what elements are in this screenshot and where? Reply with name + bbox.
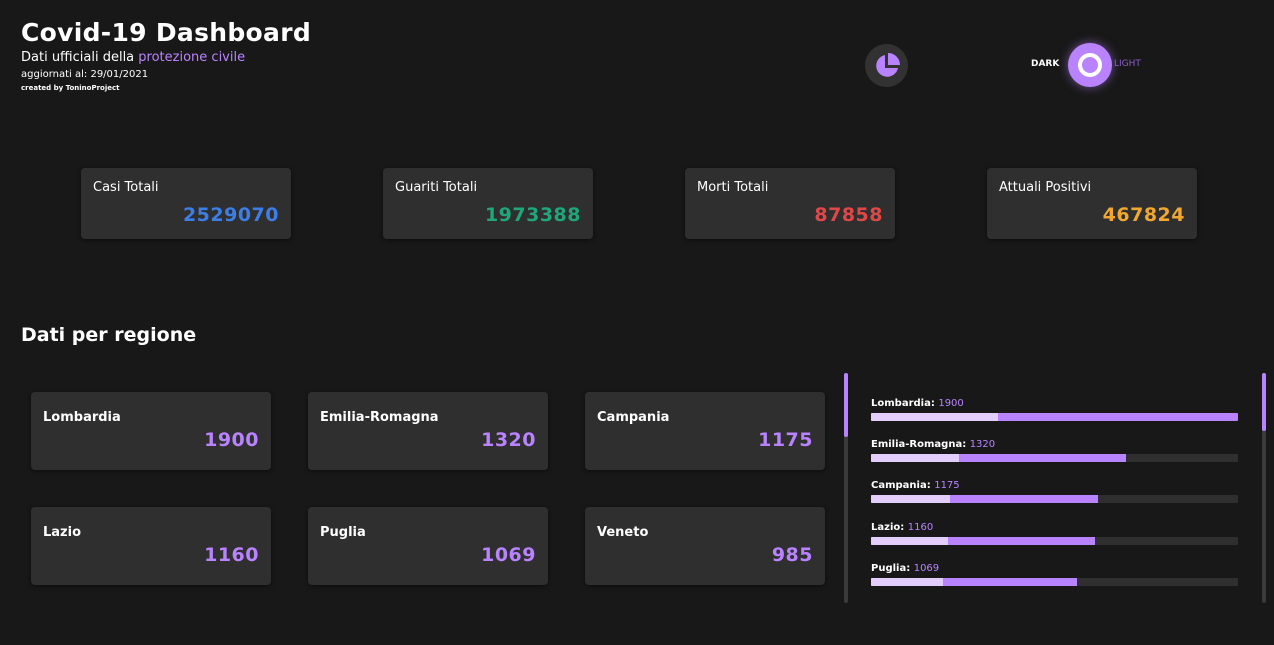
theme-light-label: LIGHT bbox=[1114, 59, 1141, 69]
region-name: Puglia bbox=[320, 525, 366, 540]
bar-track bbox=[871, 495, 1238, 503]
region-value: 1175 bbox=[758, 429, 813, 451]
theme-switch[interactable]: DARK LIGHT bbox=[1028, 42, 1158, 88]
stat-card-attuali-positivi: Attuali Positivi 467824 bbox=[987, 168, 1197, 239]
bar-region-name: Campania: bbox=[871, 480, 931, 491]
region-value: 1900 bbox=[204, 429, 259, 451]
stat-value: 2529070 bbox=[182, 204, 279, 226]
stat-card-morti-totali: Morti Totali 87858 bbox=[685, 168, 895, 239]
bar-region-name: Emilia-Romagna: bbox=[871, 439, 967, 450]
credits: created by ToninoProject bbox=[21, 84, 120, 92]
region-card-emilia-romagna[interactable]: Emilia-Romagna 1320 bbox=[308, 392, 548, 470]
last-updated: aggiornati al: 29/01/2021 bbox=[21, 69, 149, 80]
stat-card-guariti-totali: Guariti Totali 1973388 bbox=[383, 168, 593, 239]
region-card-campania[interactable]: Campania 1175 bbox=[585, 392, 825, 470]
region-name: Lombardia bbox=[43, 410, 121, 425]
bar-region-value: 1320 bbox=[969, 439, 996, 450]
bar-highlight bbox=[871, 537, 949, 545]
bar-region-value: 1175 bbox=[934, 480, 960, 491]
region-name: Veneto bbox=[597, 525, 649, 540]
bar-row-puglia: Puglia: 1069 bbox=[871, 563, 1238, 586]
region-name: Emilia-Romagna bbox=[320, 410, 439, 425]
region-card-lombardia[interactable]: Lombardia 1900 bbox=[31, 392, 271, 470]
region-name: Campania bbox=[597, 410, 670, 425]
stat-card-casi-totali: Casi Totali 2529070 bbox=[81, 168, 291, 239]
bar-track bbox=[871, 454, 1238, 462]
bar-highlight bbox=[871, 495, 950, 503]
bar-track bbox=[871, 578, 1238, 586]
stat-label: Guariti Totali bbox=[395, 180, 478, 195]
stat-value: 87858 bbox=[814, 204, 883, 226]
subtitle: Dati ufficiali della protezione civile bbox=[21, 50, 245, 65]
bar-highlight bbox=[871, 454, 960, 462]
stat-value: 467824 bbox=[1102, 204, 1185, 226]
bar-row-lazio: Lazio: 1160 bbox=[871, 522, 1238, 545]
theme-toggle-knob[interactable] bbox=[1068, 43, 1112, 87]
stat-label: Casi Totali bbox=[93, 180, 159, 195]
dashboard: Covid-19 Dashboard Dati ufficiali della … bbox=[0, 0, 1274, 645]
bar-region-value: 1160 bbox=[907, 522, 934, 533]
region-value: 1069 bbox=[481, 544, 536, 566]
region-card-puglia[interactable]: Puglia 1069 bbox=[308, 507, 548, 585]
cards-scrollbar-thumb[interactable] bbox=[844, 373, 848, 437]
page-title: Covid-19 Dashboard bbox=[21, 18, 312, 47]
bars-scrollbar[interactable] bbox=[1262, 373, 1266, 603]
stat-label: Morti Totali bbox=[697, 180, 769, 195]
stat-label: Attuali Positivi bbox=[999, 180, 1092, 195]
protezione-civile-link[interactable]: protezione civile bbox=[138, 50, 245, 65]
bar-track bbox=[871, 413, 1238, 421]
subtitle-text: Dati ufficiali della bbox=[21, 50, 135, 65]
bar-row-campania: Campania: 1175 bbox=[871, 480, 1238, 503]
bar-region-value: 1900 bbox=[938, 398, 964, 409]
bars-scrollbar-thumb[interactable] bbox=[1262, 373, 1266, 431]
stat-value: 1973388 bbox=[484, 204, 581, 226]
region-value: 1320 bbox=[481, 429, 536, 451]
region-name: Lazio bbox=[43, 525, 82, 540]
region-value: 1160 bbox=[204, 544, 259, 566]
bar-region-name: Lombardia: bbox=[871, 398, 935, 409]
pie-chart-icon bbox=[875, 52, 900, 77]
bar-region-name: Lazio: bbox=[871, 522, 905, 533]
bar-region-value: 1069 bbox=[913, 563, 940, 574]
bar-row-emilia-romagna: Emilia-Romagna: 1320 bbox=[871, 439, 1238, 462]
region-card-veneto[interactable]: Veneto 985 bbox=[585, 507, 825, 585]
region-card-lazio[interactable]: Lazio 1160 bbox=[31, 507, 271, 585]
section-title-regioni: Dati per regione bbox=[21, 324, 197, 346]
bar-row-lombardia: Lombardia: 1900 bbox=[871, 398, 1238, 421]
region-value: 985 bbox=[771, 544, 813, 566]
toggle-ring-icon bbox=[1078, 53, 1102, 77]
theme-dark-label: DARK bbox=[1031, 59, 1060, 69]
bar-highlight bbox=[871, 578, 943, 586]
bar-highlight bbox=[871, 413, 998, 421]
bar-region-name: Puglia: bbox=[871, 563, 911, 574]
bar-track bbox=[871, 537, 1238, 545]
cards-scrollbar[interactable] bbox=[844, 373, 848, 603]
chart-toggle-button[interactable] bbox=[865, 44, 908, 87]
